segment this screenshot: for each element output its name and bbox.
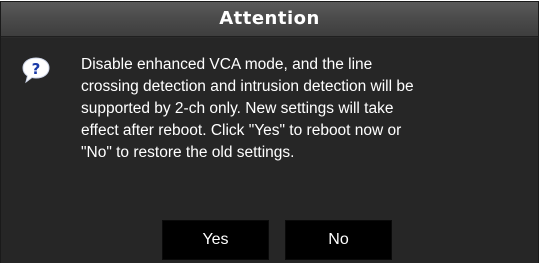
question-bubble-icon: ? [22,57,50,84]
no-button[interactable]: No [285,220,392,260]
message-line: effect after reboot. Click "Yes" to rebo… [81,122,402,139]
message-line: supported by 2-ch only. New settings wil… [81,100,394,117]
dialog-title-bar: Attention [1,2,538,37]
dialog-body: ? Disable enhanced VCA mode, and the lin… [1,38,538,263]
svg-text:?: ? [32,60,41,78]
message-line: crossing detection and intrusion detecti… [81,78,414,95]
message-line: Disable enhanced VCA mode, and the line [81,56,373,73]
attention-dialog: Attention ? Disable enhanced VCA mode, a… [0,1,539,263]
message-line: "No" to restore the old settings. [81,144,295,161]
yes-button[interactable]: Yes [162,220,269,260]
dialog-title: Attention [219,8,320,29]
dialog-message: Disable enhanced VCA mode, and the line … [81,54,526,164]
